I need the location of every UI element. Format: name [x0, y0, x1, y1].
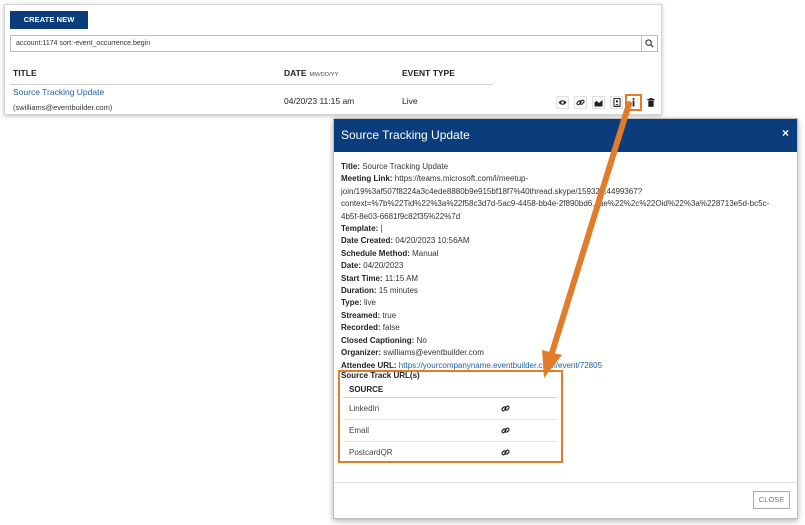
column-header-title[interactable]: TITLE: [13, 68, 37, 78]
delete-event-button[interactable]: [644, 96, 657, 109]
detail-date-created: Date Created: 04/20/2023 10:56AM: [341, 236, 470, 246]
create-new-event-button[interactable]: CREATE NEW EVENT: [10, 11, 88, 42]
eye-icon: [558, 100, 567, 105]
event-detail-modal: Source Tracking Update × Title: Source T…: [333, 118, 798, 519]
close-icon[interactable]: ×: [782, 126, 789, 140]
search-icon: [645, 39, 654, 48]
detail-duration: Duration: 15 minutes: [341, 286, 418, 296]
modal-header: Source Tracking Update ×: [334, 119, 797, 152]
event-date: 04/20/23 11:15 am: [284, 96, 355, 106]
event-info-button[interactable]: [625, 94, 642, 111]
report-icon: [612, 98, 621, 107]
detail-streamed: Streamed: true: [341, 310, 397, 320]
chart-icon: [594, 99, 603, 107]
source-track-highlight: [338, 370, 563, 463]
report-button[interactable]: [610, 96, 623, 109]
column-header-event-type[interactable]: EVENT TYPE: [402, 68, 455, 78]
detail-closed-captioning: Closed Captioning: No: [341, 335, 427, 345]
meeting-link-line-4: 4b5f-8e03-6681f9c82f35%22%7d: [341, 211, 461, 221]
event-list-panel: CREATE NEW EVENT account:1174 sort:-even…: [4, 4, 662, 115]
search-input[interactable]: account:1174 sort:-event_occurrence.begi…: [10, 35, 643, 52]
event-type: Live: [402, 96, 418, 106]
analytics-button[interactable]: [592, 96, 605, 109]
link-icon: [576, 99, 585, 106]
detail-meeting-link: Meeting Link: https://teams.microsoft.co…: [341, 174, 529, 184]
meeting-link-line-3: context=%7b%22Tid%22%3a%22f58c3d7d-5ac9-…: [341, 199, 770, 209]
detail-recorded: Recorded: false: [341, 323, 400, 333]
detail-date: Date: 04/20/2023: [341, 261, 404, 271]
modal-title: Source Tracking Update: [341, 128, 470, 142]
close-button[interactable]: CLOSE: [753, 491, 790, 509]
event-title-link[interactable]: Source Tracking Update: [13, 87, 104, 97]
copy-link-button[interactable]: [574, 96, 587, 109]
detail-start-time: Start Time: 11:15 AM: [341, 273, 419, 283]
view-event-button[interactable]: [556, 96, 569, 109]
search-button[interactable]: [641, 35, 658, 52]
event-organizer: (swilliams@eventbuilder.com): [13, 103, 113, 112]
detail-schedule-method: Schedule Method: Manual: [341, 248, 439, 258]
detail-type: Type: live: [341, 298, 376, 308]
trash-icon: [646, 98, 655, 107]
event-details: Title: Source Tracking Update Meeting Li…: [341, 161, 791, 372]
modal-footer-divider: [334, 482, 797, 483]
detail-organizer: Organizer: swilliams@eventbuilder.com: [341, 348, 484, 358]
meeting-link-line-2: join/19%3af507f8224a3c4ede8880b9e915bf18…: [341, 186, 643, 196]
date-format-hint: MM/DD/YY: [309, 72, 339, 78]
column-header-date[interactable]: DATE MM/DD/YY: [284, 68, 339, 78]
attendee-url-link[interactable]: https://yourcompanyname.eventbuilder.c..…: [399, 361, 602, 370]
detail-template: Template: |: [341, 224, 383, 234]
header-divider: [10, 84, 493, 85]
info-icon: [632, 98, 635, 107]
detail-title: Title: Source Tracking Update: [341, 162, 449, 171]
